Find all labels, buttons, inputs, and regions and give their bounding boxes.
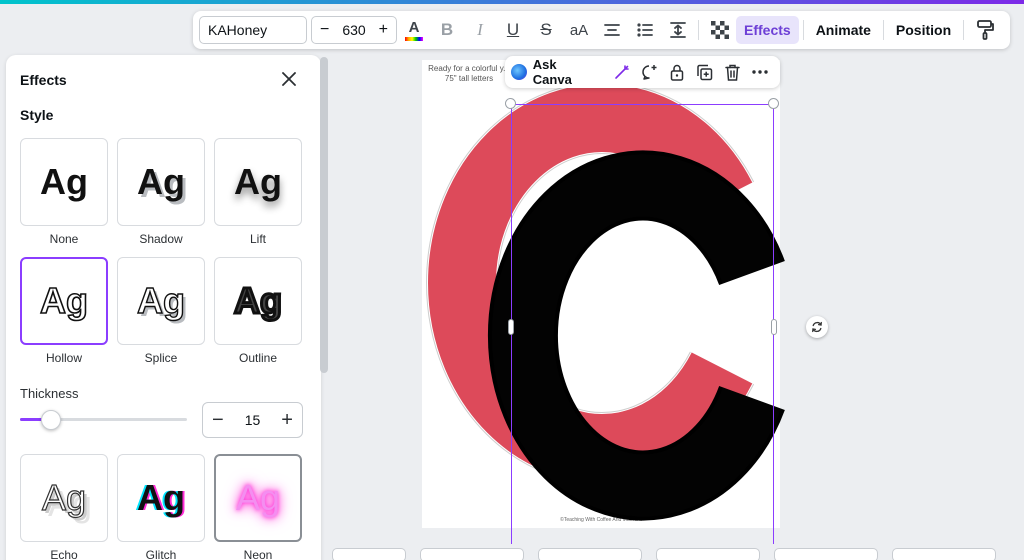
letter-case-icon[interactable]: aA — [563, 14, 595, 46]
style-lift-card[interactable]: Ag — [214, 138, 302, 226]
close-icon[interactable] — [282, 69, 296, 92]
align-center-icon[interactable] — [596, 14, 628, 46]
style-sample-text: Ag — [234, 161, 282, 202]
strikethrough-icon[interactable]: S — [530, 14, 562, 46]
thickness-value-input[interactable]: 15 — [245, 412, 261, 428]
effects-button[interactable]: Effects — [736, 16, 799, 44]
page-thumbnail[interactable] — [892, 548, 996, 560]
style-shadow-card[interactable]: Ag — [117, 138, 205, 226]
style-heading: Style — [20, 107, 54, 123]
style-none-card[interactable]: Ag — [20, 138, 108, 226]
style-label: Lift — [249, 232, 266, 246]
selection-frame — [511, 104, 774, 544]
thickness-slider-handle[interactable] — [41, 410, 62, 430]
resize-handle-top-left[interactable] — [505, 98, 516, 109]
style-sample-text: Ag — [235, 477, 281, 518]
bold-icon[interactable]: B — [431, 14, 463, 46]
spacing-icon[interactable] — [662, 14, 694, 46]
thickness-label: Thickness — [20, 386, 79, 401]
page-thumbnail[interactable] — [332, 548, 406, 560]
thickness-increase-button[interactable]: + — [281, 409, 293, 432]
italic-icon[interactable]: I — [464, 14, 496, 46]
resize-handle-left[interactable] — [508, 319, 514, 335]
page-note-text: Ready for a colorful y... 75" tall lette… — [428, 64, 510, 83]
ask-canva-button[interactable]: Ask Canva — [511, 57, 598, 87]
style-neon-card[interactable]: Ag — [214, 454, 302, 542]
resize-handle-top-right[interactable] — [768, 98, 779, 109]
resize-handle-right[interactable] — [771, 319, 777, 335]
style-echo-card[interactable]: Ag — [20, 454, 108, 542]
paint-roller-icon[interactable] — [969, 14, 1001, 46]
toolbar-divider — [963, 20, 965, 40]
duplicate-icon[interactable] — [691, 58, 719, 86]
thickness-decrease-button[interactable]: − — [212, 409, 224, 432]
style-glitch-card[interactable]: Ag — [117, 454, 205, 542]
text-toolbar: KAHoney − 630 + A B I U S aA Effects Ani… — [193, 11, 1010, 49]
toolbar-divider — [802, 20, 804, 40]
panel-title: Effects — [20, 72, 67, 88]
font-size-increase-button[interactable]: + — [379, 21, 388, 39]
style-label: None — [49, 232, 79, 246]
canva-assistant-icon — [511, 64, 527, 80]
toolbar-divider — [882, 20, 884, 40]
style-sample-text: Ag — [136, 279, 185, 321]
style-outline-card[interactable]: Ag — [214, 257, 302, 345]
page-thumbnail[interactable] — [420, 548, 524, 560]
style-sample-text: Ag — [40, 161, 88, 202]
underline-icon[interactable]: U — [497, 14, 529, 46]
list-icon[interactable] — [629, 14, 661, 46]
font-family-select[interactable]: KAHoney — [199, 16, 307, 44]
trash-icon[interactable] — [719, 58, 747, 86]
style-label: Outline — [238, 351, 278, 365]
toolbar-divider — [698, 20, 699, 40]
font-size-value[interactable]: 630 — [342, 22, 365, 38]
more-options-icon[interactable] — [746, 58, 774, 86]
magic-edit-icon[interactable] — [608, 58, 636, 86]
position-button[interactable]: Position — [888, 16, 959, 44]
style-sample-text: Ag — [137, 161, 185, 202]
style-label: Shadow — [139, 232, 183, 246]
panel-scrollbar[interactable] — [320, 57, 328, 373]
lock-icon[interactable] — [663, 58, 691, 86]
ask-canva-label: Ask Canva — [532, 57, 572, 87]
style-label: Echo — [50, 548, 78, 560]
font-size-stepper[interactable]: − 630 + — [311, 16, 397, 44]
effects-panel: Effects Style Ag None Ag Shadow Ag Lift … — [6, 55, 321, 560]
page-thumbnail[interactable] — [538, 548, 642, 560]
style-sample-text: Ag — [233, 279, 284, 323]
style-sample-text: Ag — [137, 477, 185, 518]
comment-add-icon[interactable] — [636, 58, 664, 86]
transparency-icon[interactable] — [704, 14, 736, 46]
rotate-icon[interactable] — [806, 316, 828, 338]
thickness-stepper: − 15 + — [202, 402, 303, 438]
animate-button[interactable]: Animate — [808, 16, 879, 44]
top-accent-bar — [0, 0, 1024, 4]
style-label: Glitch — [145, 548, 177, 560]
element-context-toolbar: Ask Canva — [505, 56, 780, 88]
style-sample-text: Ag — [41, 476, 87, 518]
text-color-icon[interactable]: A — [398, 14, 430, 46]
style-hollow-card[interactable]: Ag — [20, 257, 108, 345]
page-thumbnail[interactable] — [774, 548, 878, 560]
page-thumbnail[interactable] — [656, 548, 760, 560]
style-splice-card[interactable]: Ag — [117, 257, 205, 345]
style-sample-text: Ag — [39, 279, 89, 322]
style-label: Hollow — [45, 351, 82, 365]
style-label: Splice — [144, 351, 178, 365]
style-label: Neon — [243, 548, 273, 560]
font-size-decrease-button[interactable]: − — [320, 21, 329, 39]
